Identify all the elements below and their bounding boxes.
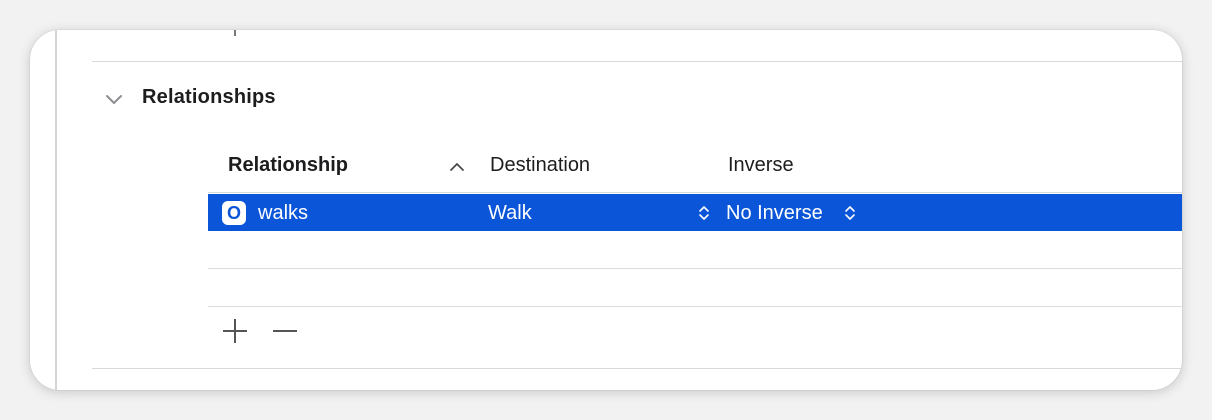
section-title: Relationships (142, 86, 276, 108)
table-row[interactable]: O walks Walk No Inverse (208, 194, 1182, 231)
inverse-value[interactable]: No Inverse (726, 202, 823, 225)
column-header-relationship[interactable]: Relationship (228, 154, 348, 177)
destination-value[interactable]: Walk (488, 202, 532, 225)
column-header-inverse[interactable]: Inverse (728, 154, 794, 177)
destination-popup-chevrons-icon[interactable] (698, 204, 710, 222)
row-divider (208, 306, 1182, 307)
relationship-name[interactable]: walks (258, 202, 308, 225)
relationships-table: Relationship Destination Inverse O walks… (208, 140, 1182, 307)
editor-window: Relationships Relationship Destination I… (30, 30, 1182, 390)
minus-icon[interactable] (270, 316, 300, 346)
section-separator-bottom (92, 368, 1182, 369)
section-separator-top (92, 61, 1182, 62)
chevron-down-icon[interactable] (103, 90, 125, 110)
scroll-remnant-tick (234, 30, 236, 36)
table-row-empty (208, 269, 1182, 306)
table-row-empty (208, 231, 1182, 268)
to-one-badge-icon: O (222, 201, 246, 225)
header-divider (208, 192, 1182, 193)
plus-icon[interactable] (220, 316, 250, 346)
sort-ascending-icon (448, 160, 466, 174)
gutter-divider (55, 30, 57, 390)
table-header: Relationship Destination Inverse (208, 140, 1182, 193)
column-header-destination[interactable]: Destination (490, 154, 590, 177)
inverse-popup-chevrons-icon[interactable] (844, 204, 856, 222)
